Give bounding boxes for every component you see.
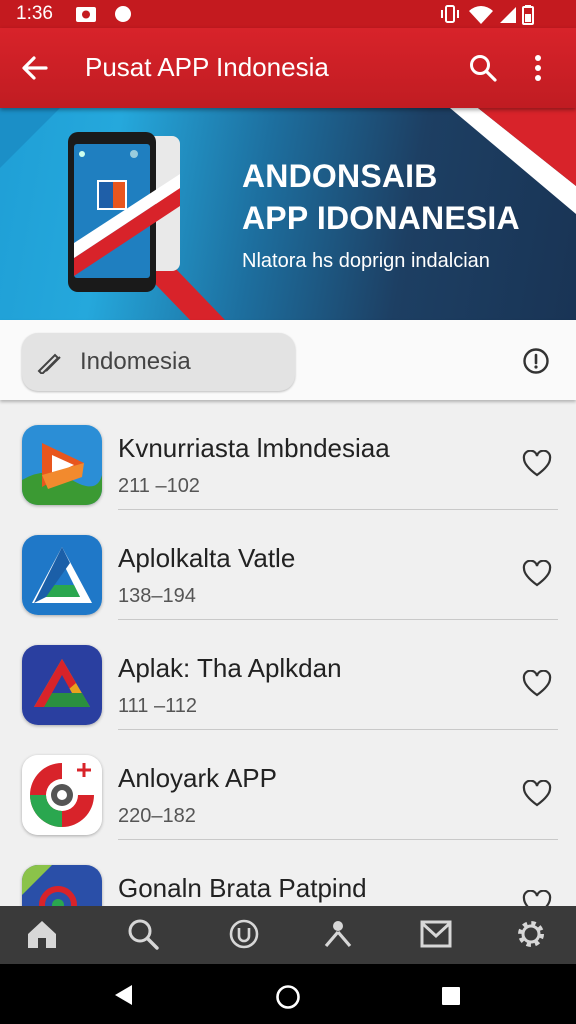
more-vert-icon[interactable] <box>533 53 543 88</box>
chip-label: Indomesia <box>80 348 191 375</box>
search-icon[interactable] <box>127 918 159 955</box>
banner-subtitle: Nlatora hs doprign indalcian <box>242 250 490 272</box>
home-icon[interactable] <box>26 918 58 955</box>
app-icon <box>22 865 102 906</box>
circle-u-icon[interactable] <box>228 918 260 955</box>
app-count: 138–194 <box>118 585 196 607</box>
tools-icon[interactable] <box>322 918 354 955</box>
app-count: 211 –102 <box>118 475 200 497</box>
list-item[interactable]: Anloyark APP 220–182 <box>0 730 576 840</box>
camera-icon <box>75 5 97 28</box>
favorite-heart-icon[interactable] <box>522 449 552 483</box>
status-time: 1:36 <box>16 3 53 24</box>
app-name: Anloyark APP <box>118 763 277 793</box>
app-name: Aplolkalta Vatle <box>118 543 296 573</box>
status-bar: 1:36 <box>0 0 576 28</box>
filter-bar: Indomesia <box>0 320 576 400</box>
favorite-heart-icon[interactable] <box>522 669 552 703</box>
app-title: Pusat APP Indonesia <box>85 52 329 82</box>
app-bar: Pusat APP Indonesia <box>0 28 576 108</box>
back-triangle-icon[interactable] <box>114 984 134 1011</box>
phone-illustration <box>68 132 180 292</box>
app-name: Kvnurriasta lmbndesiaa <box>118 433 390 463</box>
app-name: Gonaln Brata Patpind <box>118 873 367 903</box>
app-name: Aplak: Tha Aplkdan <box>118 653 342 683</box>
banner-heading-line1: ANDONSAIB <box>242 158 438 194</box>
back-arrow-icon[interactable] <box>20 53 50 88</box>
search-icon[interactable] <box>468 53 498 88</box>
list-item[interactable]: Gonaln Brata Patpind <box>0 840 576 906</box>
list-item[interactable]: Aplak: Tha Aplkdan 111 –112 <box>0 620 576 730</box>
dot-icon <box>114 5 132 28</box>
settings-gear-icon[interactable] <box>515 918 547 955</box>
app-icon <box>22 535 102 615</box>
bottom-nav <box>0 906 576 964</box>
app-count: 220–182 <box>118 805 196 827</box>
battery-icon <box>522 5 534 30</box>
favorite-heart-icon[interactable] <box>522 889 552 906</box>
wifi-icon <box>468 5 494 30</box>
list-item[interactable]: Kvnurriasta lmbndesiaa 211 –102 <box>0 400 576 510</box>
favorite-heart-icon[interactable] <box>522 779 552 813</box>
signal-icon <box>498 5 518 30</box>
list-item[interactable]: Aplolkalta Vatle 138–194 <box>0 510 576 620</box>
info-icon[interactable] <box>522 347 550 380</box>
app-list: Kvnurriasta lmbndesiaa 211 –102 Aplolkal… <box>0 400 576 906</box>
recents-square-icon[interactable] <box>441 986 461 1011</box>
app-count: 111 –112 <box>118 695 197 717</box>
favorite-heart-icon[interactable] <box>522 559 552 593</box>
vibrate-icon <box>440 5 460 28</box>
banner-heading-line2: APP IDONANESIA <box>242 200 520 236</box>
app-icon <box>22 645 102 725</box>
region-filter-chip[interactable]: Indomesia <box>22 333 295 391</box>
inbox-icon[interactable] <box>420 918 452 955</box>
app-icon <box>22 755 102 835</box>
promo-banner[interactable]: ANDONSAIB APP IDONANESIA Nlatora hs dopr… <box>0 108 576 320</box>
home-circle-icon[interactable] <box>275 984 301 1015</box>
app-icon <box>22 425 102 505</box>
system-nav-bar <box>0 964 576 1024</box>
edit-icon <box>36 350 64 379</box>
